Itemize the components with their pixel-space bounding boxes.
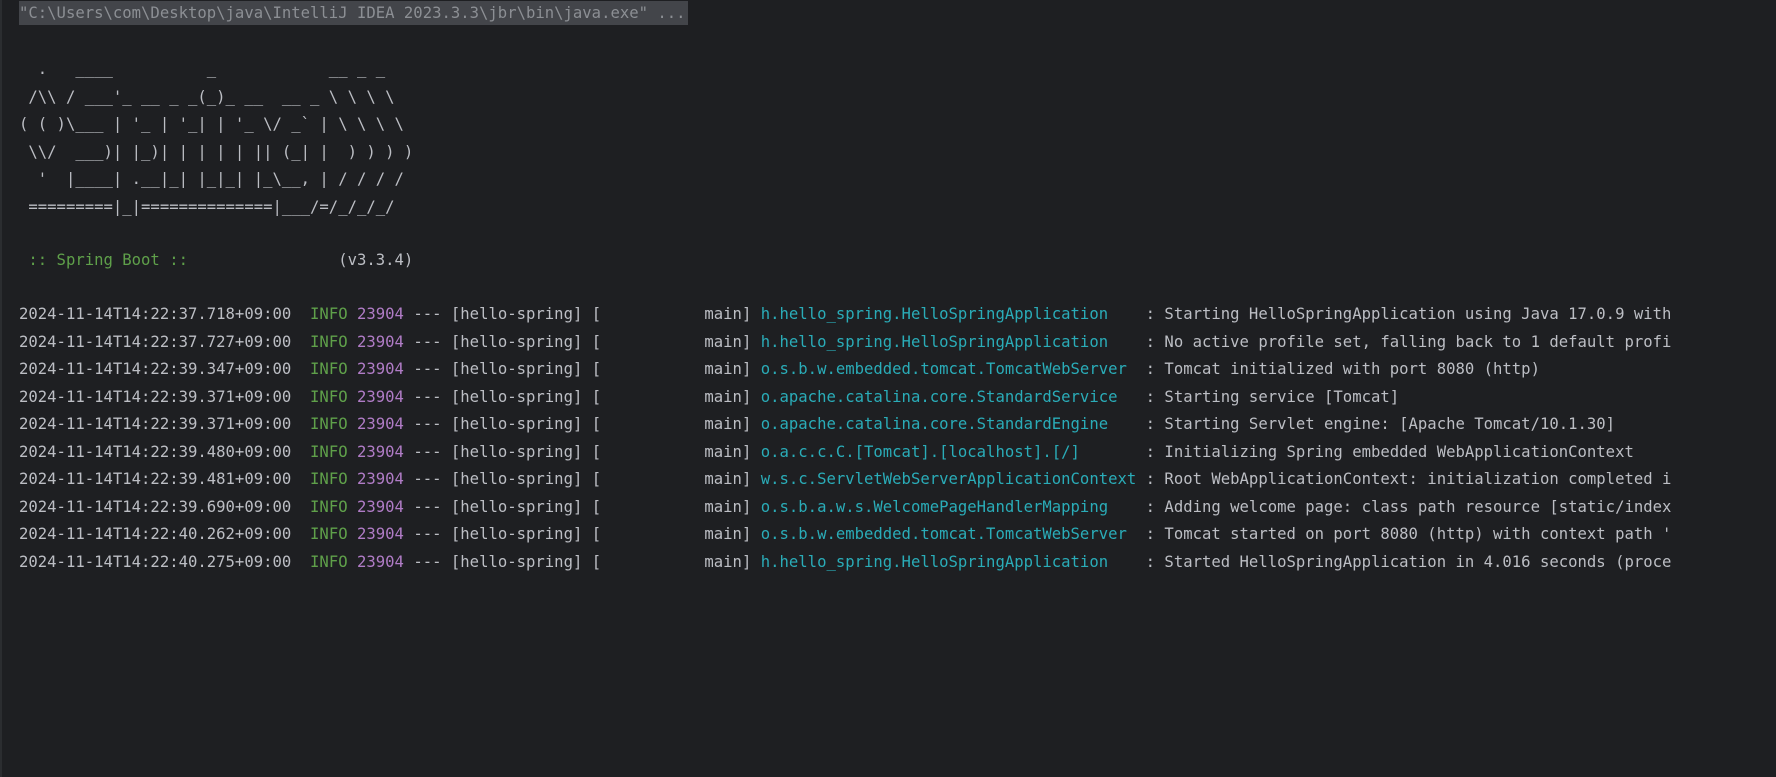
log-pid: 23904 bbox=[357, 552, 404, 571]
log-level: INFO bbox=[310, 360, 348, 378]
log-pid: 23904 bbox=[357, 387, 404, 406]
log-app-name: [hello-spring] bbox=[450, 305, 583, 323]
log-thread: [ main] bbox=[591, 387, 752, 406]
log-message: : No active profile set, falling back to… bbox=[1145, 332, 1672, 351]
log-level: INFO bbox=[310, 470, 348, 488]
log-level: INFO bbox=[310, 442, 348, 461]
log-timestamp: 2024-11-14T14:22:39.690+09:00 bbox=[19, 497, 292, 516]
log-line: 2024-11-14T14:22:39.371+09:00 INFO 23904… bbox=[19, 384, 1776, 412]
log-separator: --- bbox=[413, 470, 442, 488]
log-line: 2024-11-14T14:22:39.481+09:00 INFO 23904… bbox=[19, 466, 1776, 494]
log-thread: [ main] bbox=[591, 525, 752, 543]
log-message: : Root WebApplicationContext: initializa… bbox=[1145, 470, 1672, 488]
log-separator: --- bbox=[413, 525, 442, 543]
log-logger[interactable]: h.hello_spring.HelloSpringApplication bbox=[761, 553, 1137, 571]
log-message: : Started HelloSpringApplication in 4.01… bbox=[1145, 552, 1672, 571]
java-command-line[interactable]: "C:\Users\com\Desktop\java\IntelliJ IDEA… bbox=[19, 1, 688, 25]
log-thread: [ main] bbox=[591, 442, 752, 461]
log-separator: --- bbox=[413, 415, 442, 433]
log-logger[interactable]: o.apache.catalina.core.StandardEngine bbox=[761, 415, 1137, 433]
log-app-name: [hello-spring] bbox=[450, 525, 583, 543]
log-level: INFO bbox=[310, 387, 348, 406]
log-timestamp: 2024-11-14T14:22:40.275+09:00 bbox=[19, 552, 292, 571]
run-console[interactable]: "C:\Users\com\Desktop\java\IntelliJ IDEA… bbox=[0, 0, 1776, 777]
log-level: INFO bbox=[310, 497, 348, 516]
log-app-name: [hello-spring] bbox=[450, 442, 583, 461]
log-pid: 23904 bbox=[357, 305, 404, 323]
log-logger[interactable]: o.s.b.w.embedded.tomcat.TomcatWebServer bbox=[761, 360, 1137, 378]
log-pid: 23904 bbox=[357, 332, 404, 351]
log-pid: 23904 bbox=[357, 415, 404, 433]
log-message: : Tomcat initialized with port 8080 (htt… bbox=[1145, 360, 1540, 378]
log-timestamp: 2024-11-14T14:22:37.718+09:00 bbox=[19, 305, 292, 323]
log-separator: --- bbox=[413, 332, 442, 351]
log-message: : Tomcat started on port 8080 (http) wit… bbox=[1145, 525, 1672, 543]
log-pid: 23904 bbox=[357, 442, 404, 461]
log-thread: [ main] bbox=[591, 470, 752, 488]
log-logger[interactable]: o.s.b.w.embedded.tomcat.TomcatWebServer bbox=[761, 525, 1137, 543]
log-line: 2024-11-14T14:22:40.275+09:00 INFO 23904… bbox=[19, 549, 1776, 577]
log-thread: [ main] bbox=[591, 497, 752, 516]
log-line: 2024-11-14T14:22:37.727+09:00 INFO 23904… bbox=[19, 329, 1776, 357]
log-line: 2024-11-14T14:22:39.480+09:00 INFO 23904… bbox=[19, 439, 1776, 467]
spring-ascii-banner: . ____ _ __ _ _ /\\ / ___'_ __ _ _(_)_ _… bbox=[19, 60, 414, 216]
log-app-name: [hello-spring] bbox=[450, 387, 583, 406]
log-timestamp: 2024-11-14T14:22:39.371+09:00 bbox=[19, 415, 292, 433]
log-timestamp: 2024-11-14T14:22:39.347+09:00 bbox=[19, 360, 292, 378]
log-separator: --- bbox=[413, 305, 442, 323]
log-line: 2024-11-14T14:22:37.718+09:00 INFO 23904… bbox=[19, 301, 1776, 329]
log-timestamp: 2024-11-14T14:22:39.371+09:00 bbox=[19, 387, 292, 406]
log-message: : Starting Servlet engine: [Apache Tomca… bbox=[1145, 415, 1616, 433]
log-message: : Initializing Spring embedded WebApplic… bbox=[1145, 442, 1634, 461]
log-logger[interactable]: h.hello_spring.HelloSpringApplication bbox=[761, 333, 1137, 351]
log-line: 2024-11-14T14:22:39.347+09:00 INFO 23904… bbox=[19, 356, 1776, 384]
log-separator: --- bbox=[413, 552, 442, 571]
log-message: : Starting service [Tomcat] bbox=[1145, 387, 1400, 406]
log-timestamp: 2024-11-14T14:22:37.727+09:00 bbox=[19, 332, 292, 351]
log-message: : Adding welcome page: class path resour… bbox=[1145, 497, 1672, 516]
log-app-name: [hello-spring] bbox=[450, 552, 583, 571]
log-message: : Starting HelloSpringApplication using … bbox=[1145, 305, 1672, 323]
log-app-name: [hello-spring] bbox=[450, 415, 583, 433]
log-level: INFO bbox=[310, 552, 348, 571]
log-timestamp: 2024-11-14T14:22:40.262+09:00 bbox=[19, 525, 292, 543]
log-separator: --- bbox=[413, 387, 442, 406]
log-logger[interactable]: h.hello_spring.HelloSpringApplication bbox=[761, 305, 1137, 323]
log-separator: --- bbox=[413, 442, 442, 461]
spring-boot-label: :: Spring Boot :: bbox=[19, 251, 198, 269]
log-separator: --- bbox=[413, 360, 442, 378]
log-logger[interactable]: o.a.c.c.C.[Tomcat].[localhost].[/] bbox=[761, 443, 1137, 461]
log-app-name: [hello-spring] bbox=[450, 332, 583, 351]
log-thread: [ main] bbox=[591, 415, 752, 433]
log-separator: --- bbox=[413, 497, 442, 516]
log-pid: 23904 bbox=[357, 470, 404, 488]
log-logger[interactable]: w.s.c.ServletWebServerApplicationContext bbox=[761, 470, 1137, 488]
log-pid: 23904 bbox=[357, 497, 404, 516]
log-thread: [ main] bbox=[591, 305, 752, 323]
log-output: 2024-11-14T14:22:37.718+09:00 INFO 23904… bbox=[19, 301, 1776, 576]
log-line: 2024-11-14T14:22:39.371+09:00 INFO 23904… bbox=[19, 411, 1776, 439]
log-line: 2024-11-14T14:22:40.262+09:00 INFO 23904… bbox=[19, 521, 1776, 549]
log-timestamp: 2024-11-14T14:22:39.480+09:00 bbox=[19, 442, 292, 461]
log-level: INFO bbox=[310, 525, 348, 543]
log-timestamp: 2024-11-14T14:22:39.481+09:00 bbox=[19, 470, 292, 488]
log-pid: 23904 bbox=[357, 525, 404, 543]
log-thread: [ main] bbox=[591, 332, 752, 351]
log-level: INFO bbox=[310, 415, 348, 433]
log-app-name: [hello-spring] bbox=[450, 497, 583, 516]
log-pid: 23904 bbox=[357, 360, 404, 378]
spring-boot-version: (v3.3.4) bbox=[197, 251, 414, 269]
log-logger[interactable]: o.apache.catalina.core.StandardService bbox=[761, 388, 1137, 406]
log-level: INFO bbox=[310, 305, 348, 323]
log-thread: [ main] bbox=[591, 360, 752, 378]
log-logger[interactable]: o.s.b.a.w.s.WelcomePageHandlerMapping bbox=[761, 498, 1137, 516]
log-level: INFO bbox=[310, 332, 348, 351]
log-app-name: [hello-spring] bbox=[450, 360, 583, 378]
log-line: 2024-11-14T14:22:39.690+09:00 INFO 23904… bbox=[19, 494, 1776, 522]
log-app-name: [hello-spring] bbox=[450, 470, 583, 488]
log-thread: [ main] bbox=[591, 552, 752, 571]
spring-boot-version-line: :: Spring Boot :: (v3.3.4) bbox=[19, 247, 413, 274]
